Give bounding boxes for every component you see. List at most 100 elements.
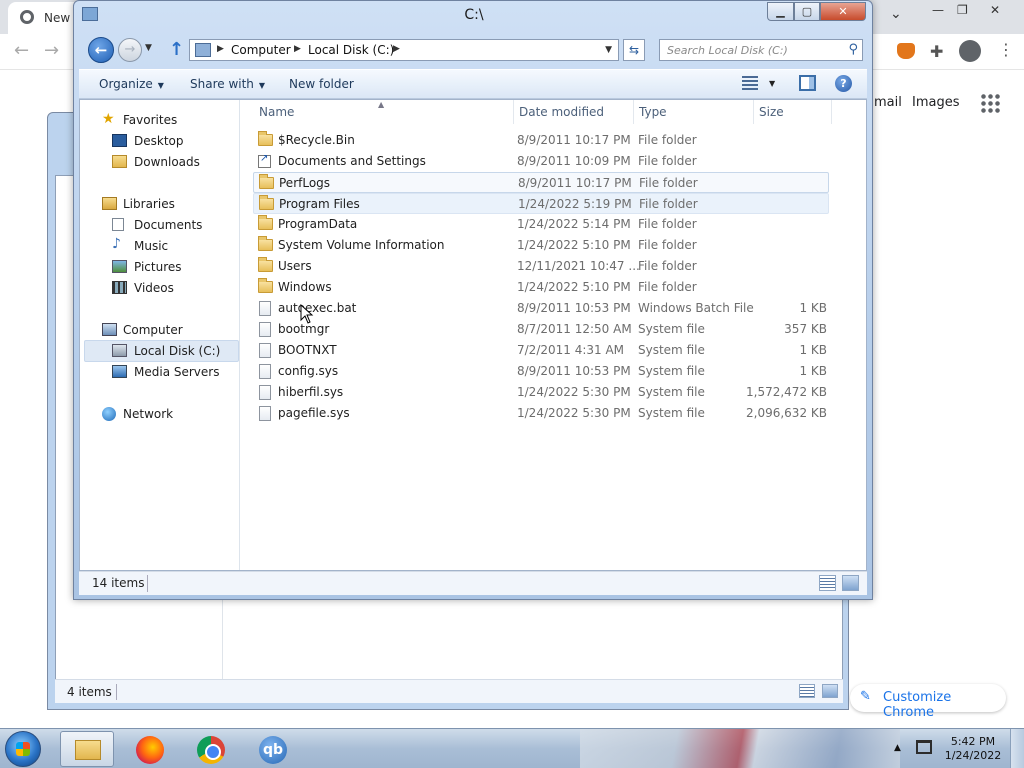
column-header-date[interactable]: Date modified bbox=[519, 105, 604, 119]
nav-item-label: Music bbox=[134, 239, 169, 253]
search-input[interactable] bbox=[660, 40, 840, 60]
recent-pages-dropdown-icon[interactable]: ▼ bbox=[145, 43, 152, 53]
share-with-button[interactable]: Share with ▼ bbox=[190, 77, 265, 91]
address-history-dropdown-icon[interactable]: ▼ bbox=[605, 45, 612, 55]
explorer-window[interactable]: C:\ ▁ ▢ ✕ ← → ▼ ↑ ▶ Computer ▶ Local Dis… bbox=[73, 0, 873, 600]
breadcrumb-local-disk[interactable]: Local Disk (C:) bbox=[308, 43, 394, 57]
minimize-icon[interactable]: — bbox=[932, 3, 944, 17]
back-button[interactable]: ← bbox=[88, 37, 114, 63]
system-clock[interactable]: 5:42 PM 1/24/2022 bbox=[940, 735, 1006, 763]
close-icon[interactable]: ✕ bbox=[990, 3, 1000, 17]
taskbar-chrome-button[interactable] bbox=[185, 731, 239, 767]
nav-item-downloads[interactable]: Downloads bbox=[112, 152, 232, 172]
close-button[interactable]: ✕ bbox=[820, 2, 866, 21]
folder-icon bbox=[258, 257, 273, 272]
shortcut-icon bbox=[258, 153, 271, 168]
search-icon[interactable]: ⚲ bbox=[848, 42, 858, 57]
search-box[interactable]: ⚲ bbox=[659, 39, 863, 61]
help-icon[interactable]: ? bbox=[835, 75, 852, 92]
table-row[interactable]: System Volume Information 1/24/2022 5:10 … bbox=[253, 235, 829, 256]
up-arrow-icon[interactable]: ↑ bbox=[169, 39, 184, 60]
metamask-extension-icon[interactable] bbox=[897, 43, 915, 59]
maximize-button[interactable]: ▢ bbox=[794, 2, 820, 21]
file-date-modified: 7/2/2011 4:31 AM bbox=[517, 343, 625, 357]
table-row[interactable]: Documents and Settings 8/9/2011 10:09 PM F… bbox=[253, 151, 829, 172]
nav-computer[interactable]: Computer bbox=[102, 320, 232, 340]
breadcrumb-separator-icon[interactable]: ▶ bbox=[294, 44, 301, 54]
large-icons-view-icon[interactable] bbox=[842, 575, 859, 591]
column-header-name[interactable]: Name bbox=[259, 105, 294, 119]
taskbar-qbittorrent-button[interactable]: qb bbox=[247, 731, 301, 767]
table-row[interactable]: Windows 1/24/2022 5:10 PM File folder bbox=[253, 277, 829, 298]
details-view-icon[interactable] bbox=[819, 575, 836, 591]
restore-icon[interactable]: ❐ bbox=[957, 3, 968, 17]
command-bar: Organize ▼ Share with ▼ New folder ▼ ? bbox=[79, 69, 867, 99]
customize-chrome-button[interactable]: ✎ Customize Chrome bbox=[850, 684, 1006, 720]
forward-button[interactable]: → bbox=[118, 38, 142, 62]
forward-arrow-icon[interactable]: → bbox=[44, 40, 59, 61]
nav-item-pictures[interactable]: Pictures bbox=[112, 257, 232, 277]
nav-item-documents[interactable]: Documents bbox=[112, 215, 232, 235]
file-name: System Volume Information bbox=[278, 238, 445, 252]
start-button[interactable] bbox=[5, 731, 41, 767]
nav-item-desktop[interactable]: Desktop bbox=[112, 131, 232, 151]
column-divider[interactable] bbox=[753, 100, 754, 124]
nav-item-music[interactable]: ♪ Music bbox=[112, 236, 232, 256]
gmail-link[interactable]: mail bbox=[874, 95, 902, 110]
images-link[interactable]: Images bbox=[912, 95, 960, 110]
new-folder-button[interactable]: New folder bbox=[289, 77, 354, 91]
folder-icon bbox=[258, 131, 273, 146]
table-row[interactable]: $Recycle.Bin 8/9/2011 10:17 PM File folder bbox=[253, 130, 829, 151]
nav-item-local-disk[interactable]: Local Disk (C:) bbox=[112, 341, 232, 361]
breadcrumb-computer[interactable]: Computer bbox=[231, 43, 291, 57]
taskbar-explorer-button[interactable] bbox=[60, 731, 114, 767]
profile-avatar-icon[interactable] bbox=[959, 40, 981, 62]
table-row[interactable]: bootmgr 8/7/2011 12:50 AM System file 357 K… bbox=[253, 319, 829, 340]
view-options-dropdown-icon[interactable]: ▼ bbox=[769, 79, 775, 88]
table-row[interactable]: pagefile.sys 1/24/2022 5:30 PM System file… bbox=[253, 403, 829, 424]
address-bar[interactable]: ▶ Computer ▶ Local Disk (C:) ▶ ▼ bbox=[189, 39, 619, 61]
large-icons-view-icon[interactable] bbox=[822, 684, 838, 698]
extensions-puzzle-icon[interactable]: ✚ bbox=[930, 42, 943, 61]
taskbar-firefox-button[interactable] bbox=[124, 731, 178, 767]
table-row[interactable]: autoexec.bat 8/9/2011 10:53 PM Windows Bat… bbox=[253, 298, 829, 319]
column-divider[interactable] bbox=[831, 100, 832, 124]
column-divider[interactable] bbox=[513, 100, 514, 124]
table-row[interactable]: Users 12/11/2021 10:47 ... File folder bbox=[253, 256, 829, 277]
column-header-type[interactable]: Type bbox=[639, 105, 667, 119]
file-type: Windows Batch File bbox=[638, 301, 754, 315]
table-row[interactable]: Program Files 1/24/2022 5:19 PM File folde… bbox=[253, 193, 829, 214]
file-date-modified: 8/9/2011 10:17 PM bbox=[518, 176, 632, 190]
back-arrow-icon[interactable]: ← bbox=[14, 40, 29, 61]
show-hidden-icons-icon[interactable]: ▲ bbox=[894, 743, 901, 753]
refresh-button[interactable]: ⇆ bbox=[623, 39, 645, 61]
kebab-menu-icon[interactable]: ⋮ bbox=[998, 40, 1014, 59]
details-view-icon[interactable] bbox=[799, 684, 815, 698]
organize-button[interactable]: Organize ▼ bbox=[99, 77, 164, 91]
nav-item-videos[interactable]: Videos bbox=[112, 278, 232, 298]
tab-search-icon[interactable]: ⌄ bbox=[890, 6, 902, 22]
nav-libraries[interactable]: Libraries bbox=[102, 194, 232, 214]
table-row[interactable]: hiberfil.sys 1/24/2022 5:30 PM System file… bbox=[253, 382, 829, 403]
preview-pane-icon[interactable] bbox=[799, 75, 816, 91]
change-view-icon[interactable] bbox=[742, 76, 758, 90]
table-row[interactable]: ProgramData 1/24/2022 5:14 PM File folder bbox=[253, 214, 829, 235]
column-header-size[interactable]: Size bbox=[759, 105, 784, 119]
nav-item-label: Downloads bbox=[134, 155, 200, 169]
nav-favorites[interactable]: ★ Favorites bbox=[102, 110, 232, 130]
table-row[interactable]: PerfLogs 8/9/2011 10:17 PM File folder bbox=[253, 172, 829, 193]
breadcrumb-separator-icon[interactable]: ▶ bbox=[217, 44, 224, 54]
minimize-button[interactable]: ▁ bbox=[767, 2, 794, 21]
network-tray-icon[interactable] bbox=[916, 740, 932, 754]
table-row[interactable]: config.sys 8/9/2011 10:53 PM System file 1 … bbox=[253, 361, 829, 382]
nav-network[interactable]: Network bbox=[102, 404, 232, 424]
clock-time: 5:42 PM bbox=[950, 735, 996, 748]
videos-icon bbox=[112, 281, 127, 294]
column-divider[interactable] bbox=[633, 100, 634, 124]
breadcrumb-separator-icon[interactable]: ▶ bbox=[393, 44, 400, 54]
google-apps-grid-icon[interactable] bbox=[980, 93, 1000, 113]
nav-item-media-servers[interactable]: Media Servers bbox=[112, 362, 232, 382]
show-desktop-button[interactable] bbox=[1010, 729, 1024, 768]
file-date-modified: 1/24/2022 5:14 PM bbox=[517, 217, 631, 231]
table-row[interactable]: BOOTNXT 7/2/2011 4:31 AM System file 1 KB bbox=[253, 340, 829, 361]
